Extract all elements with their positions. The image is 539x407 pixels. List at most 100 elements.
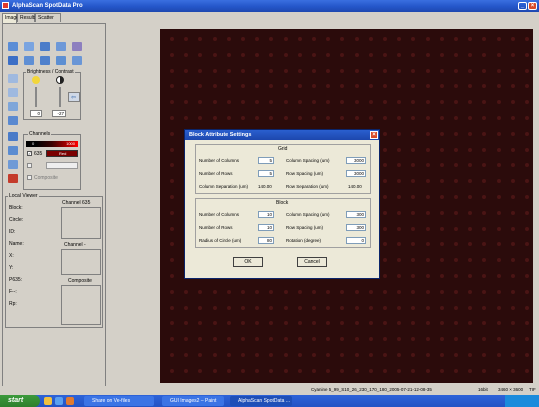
- pan-button[interactable]: [6, 100, 20, 113]
- block-rotation-input[interactable]: 0: [346, 237, 366, 244]
- block-num-columns-input[interactable]: 10: [258, 211, 274, 218]
- status-size: 3460 × 3600: [498, 387, 524, 392]
- spot: [241, 337, 245, 342]
- spot: [226, 289, 231, 294]
- contrast-value[interactable]: -27: [52, 110, 66, 117]
- field-name: Name:: [9, 241, 24, 247]
- spot: [212, 52, 217, 57]
- grid-col-spacing-input[interactable]: 3000: [346, 157, 366, 164]
- desktop-icon[interactable]: [55, 397, 63, 405]
- color-button[interactable]: [6, 172, 20, 185]
- task-alphascan[interactable]: AlphaScan SpotData ...: [230, 396, 292, 406]
- grid-row-sep-value: 140.00: [348, 184, 362, 189]
- spot: [255, 52, 260, 57]
- spot: [269, 37, 274, 41]
- composite-title: Composite: [68, 278, 92, 284]
- save-button[interactable]: [6, 54, 20, 67]
- zoom-out-button[interactable]: [6, 86, 20, 99]
- spot: [212, 68, 217, 73]
- select-button[interactable]: [6, 158, 20, 171]
- zoom-in-button[interactable]: [6, 72, 20, 85]
- ok-button[interactable]: OK: [233, 257, 263, 267]
- spot: [368, 84, 373, 89]
- measure-button[interactable]: [54, 54, 68, 67]
- tab-image[interactable]: Image: [2, 13, 19, 23]
- crosshair-button[interactable]: [54, 40, 68, 53]
- spot: [354, 84, 359, 89]
- task-share[interactable]: Share on Ve-files: [84, 396, 154, 406]
- spot: [439, 195, 444, 199]
- brightness-value[interactable]: 0: [30, 110, 42, 117]
- spot: [496, 84, 501, 89]
- channel-2-checkbox[interactable]: [27, 163, 32, 168]
- contrast-slider[interactable]: [59, 87, 61, 107]
- channels-group: Channels 0 1000 ✓ 635 Red Composite: [23, 131, 81, 190]
- export-button[interactable]: [70, 54, 84, 67]
- spot: [454, 131, 458, 136]
- channel-range-bar: 0 1000: [26, 141, 78, 147]
- fit-button[interactable]: [6, 114, 20, 127]
- grid-row-spacing-input[interactable]: 3000: [346, 170, 366, 177]
- search-button[interactable]: [22, 54, 36, 67]
- field-circle: Circle:: [9, 217, 24, 223]
- person-button[interactable]: [70, 40, 84, 53]
- spot: [354, 305, 359, 310]
- open-folder-button[interactable]: [6, 40, 20, 53]
- brightness-slider[interactable]: [35, 87, 37, 107]
- spot: [283, 337, 288, 342]
- spot: [340, 68, 345, 73]
- spot: [383, 289, 387, 294]
- spot: [482, 305, 487, 310]
- spot: [397, 195, 402, 199]
- start-button[interactable]: start: [0, 395, 40, 407]
- channel-color-select[interactable]: Red: [46, 150, 78, 157]
- spot: [383, 210, 387, 215]
- spot: [326, 321, 331, 326]
- spot: [510, 258, 515, 263]
- layers-icon: [8, 132, 18, 141]
- local-viewer-group: Local Viewer Block: Circle: ID: Name: X:…: [5, 193, 103, 328]
- spot: [468, 147, 473, 152]
- spot: [383, 242, 387, 247]
- grid-num-columns-input[interactable]: 5: [258, 157, 274, 164]
- spot: [383, 258, 387, 263]
- composite-preview: [61, 285, 101, 325]
- tab-scatter-plot[interactable]: Scatter Plot: [35, 13, 61, 30]
- channel-b-preview: [61, 249, 101, 275]
- cancel-button[interactable]: Cancel: [297, 257, 327, 267]
- channel-button[interactable]: [6, 144, 20, 157]
- block-radius-input[interactable]: 80: [258, 237, 274, 244]
- spot: [496, 68, 501, 73]
- spot: [354, 100, 359, 105]
- apply-button[interactable]: ⇦: [68, 92, 80, 102]
- spot: [482, 116, 487, 120]
- spot: [439, 84, 444, 89]
- spot: [397, 368, 402, 373]
- close-button[interactable]: ×: [528, 2, 537, 10]
- spot: [397, 337, 402, 342]
- spot: [269, 305, 274, 310]
- task-paint[interactable]: GUI Images2 – Paint: [162, 396, 224, 406]
- stack-button[interactable]: [22, 40, 36, 53]
- grid-button[interactable]: [38, 40, 52, 53]
- spot: [312, 100, 316, 105]
- spot: [170, 289, 174, 294]
- spot: [510, 131, 515, 136]
- block-num-rows-input[interactable]: 10: [258, 224, 274, 231]
- dialog-close-button[interactable]: ×: [370, 131, 378, 139]
- spot: [226, 84, 231, 89]
- spot: [425, 258, 430, 263]
- spots-button[interactable]: [38, 54, 52, 67]
- minimize-button[interactable]: _: [518, 2, 527, 10]
- spot: [411, 242, 416, 247]
- grid-num-rows-input[interactable]: 5: [258, 170, 274, 177]
- block-col-spacing-input[interactable]: 300: [346, 211, 366, 218]
- composite-checkbox[interactable]: [27, 175, 32, 180]
- media-icon[interactable]: [66, 397, 74, 405]
- block-row-spacing-input[interactable]: 300: [346, 224, 366, 231]
- layers-button[interactable]: [6, 130, 20, 143]
- tab-results[interactable]: Results: [17, 13, 37, 22]
- ie-icon[interactable]: [44, 397, 52, 405]
- channel-2-select[interactable]: [46, 162, 78, 169]
- channel-635-checkbox[interactable]: ✓: [27, 151, 32, 156]
